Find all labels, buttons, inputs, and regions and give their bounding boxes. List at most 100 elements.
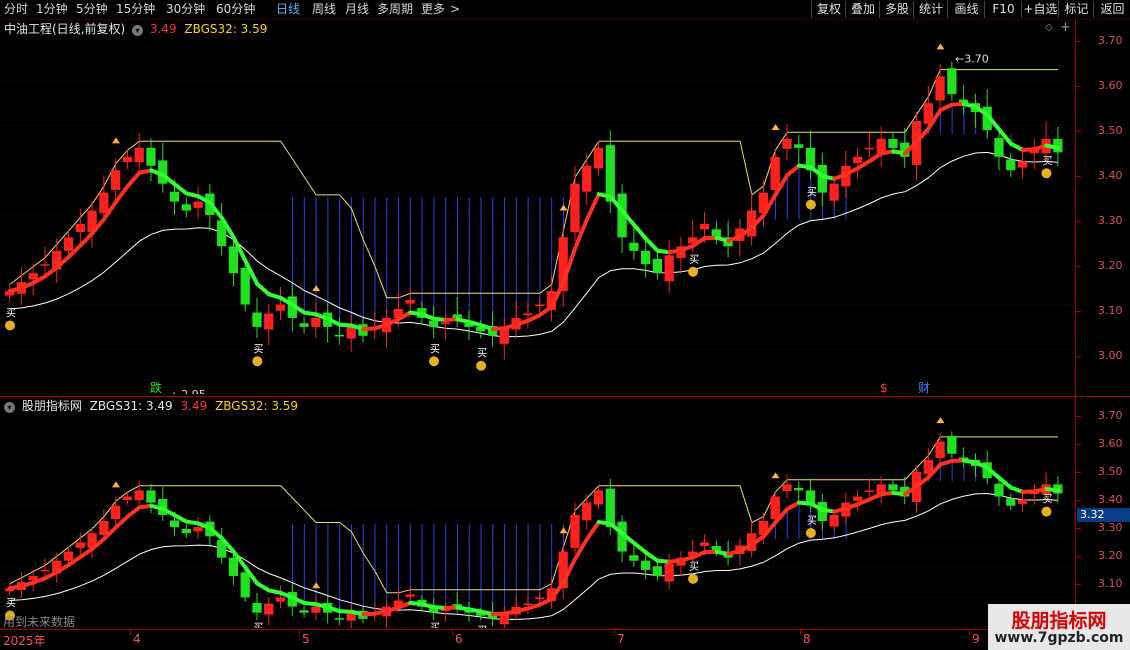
candle-body bbox=[629, 555, 639, 561]
toolbar-button-0[interactable]: 复权 bbox=[811, 1, 846, 18]
axis-tick-label: 3.30 bbox=[1098, 521, 1123, 534]
candle-body bbox=[252, 312, 262, 327]
sell-flag-icon bbox=[312, 285, 321, 292]
sell-flag-icon bbox=[559, 204, 568, 211]
sell-flag-icon bbox=[559, 527, 568, 534]
zbgs31-label: ZBGS31: 3.49 bbox=[89, 399, 173, 413]
date-tick bbox=[614, 630, 615, 635]
date-label: 5 bbox=[302, 632, 310, 646]
period-tab-1[interactable]: 1分钟 bbox=[36, 1, 68, 18]
candle-body bbox=[228, 246, 239, 274]
sub-indicator-chart[interactable]: 买买买买买买买 bbox=[0, 414, 1075, 628]
candle-body bbox=[794, 487, 804, 491]
sell-flag-icon bbox=[936, 43, 945, 50]
axis-tick-label: 3.50 bbox=[1098, 465, 1123, 478]
sell-flag-icon bbox=[936, 417, 945, 424]
date-label: 7 bbox=[617, 632, 625, 646]
date-label: 8 bbox=[803, 632, 811, 646]
buy-marker: 买 bbox=[805, 515, 817, 538]
candle-body bbox=[275, 304, 286, 311]
watermark-url: www.7gpzb.com bbox=[994, 630, 1124, 646]
money-bag-icon bbox=[805, 199, 816, 210]
candle-body bbox=[181, 528, 191, 534]
axis-tick-label: 3.10 bbox=[1098, 577, 1123, 590]
more-arrow-icon[interactable]: > bbox=[450, 1, 460, 18]
date-label: 2025年 bbox=[3, 634, 46, 648]
buy-label: 买 bbox=[689, 254, 699, 266]
candle-body bbox=[134, 147, 144, 163]
candle-body bbox=[641, 560, 651, 570]
candle-body bbox=[111, 505, 121, 520]
candle-body bbox=[40, 569, 50, 572]
candle-body bbox=[193, 201, 203, 208]
candle-body bbox=[935, 441, 945, 459]
money-bag-icon bbox=[1041, 168, 1052, 179]
date-tick bbox=[299, 630, 300, 635]
toolbar-button-3[interactable]: 统计 bbox=[913, 1, 948, 18]
axis-tick bbox=[1076, 416, 1081, 417]
period-tab-4[interactable]: 30分钟 bbox=[166, 1, 205, 18]
candle-body bbox=[699, 542, 710, 547]
period-tab-6[interactable]: 日线 bbox=[276, 1, 300, 18]
buy-marker: 买 bbox=[688, 254, 699, 277]
plus-icon[interactable]: + bbox=[1060, 20, 1071, 35]
period-tab-10[interactable]: 更多 bbox=[421, 1, 445, 18]
candle-body bbox=[641, 250, 651, 265]
buy-marker: 买 bbox=[805, 187, 817, 210]
candle-body bbox=[146, 490, 156, 503]
trend-line-segment bbox=[1044, 486, 1061, 493]
axis-tick-label: 3.20 bbox=[1098, 259, 1123, 272]
date-axis: 2025年 4 5 6 7 8 9 bbox=[0, 629, 1075, 650]
candle-body bbox=[829, 183, 839, 201]
toolbar-button-4[interactable]: 画线 bbox=[947, 1, 985, 18]
axis-tick-label: 3.40 bbox=[1098, 169, 1123, 182]
trend-line-segment bbox=[643, 550, 660, 563]
buy-label: 买 bbox=[807, 515, 817, 527]
candle-body bbox=[782, 138, 792, 149]
toolbar-button-7[interactable]: 标记 bbox=[1058, 1, 1094, 18]
axis-tick bbox=[1076, 266, 1081, 267]
period-tab-7[interactable]: 周线 bbox=[312, 1, 336, 18]
candle-body bbox=[40, 264, 50, 266]
axis-tick-label: 3.00 bbox=[1098, 349, 1123, 362]
candle-body bbox=[75, 223, 85, 233]
candle-body bbox=[134, 490, 144, 501]
toolbar-button-6[interactable]: +自选 bbox=[1021, 1, 1059, 18]
candle-body bbox=[264, 313, 274, 330]
candle-body bbox=[864, 490, 875, 492]
money-bag-icon bbox=[429, 356, 439, 367]
candle-body bbox=[146, 147, 156, 166]
money-bag-icon bbox=[805, 528, 816, 538]
money-bag-icon bbox=[688, 573, 699, 584]
candle-body bbox=[28, 273, 38, 280]
candle-body bbox=[405, 300, 415, 304]
period-tab-3[interactable]: 15分钟 bbox=[116, 1, 155, 18]
buy-label: 买 bbox=[689, 561, 699, 573]
dropdown-icon[interactable]: ▾ bbox=[132, 25, 144, 36]
buy-label: 买 bbox=[1042, 155, 1052, 167]
candle-body bbox=[605, 145, 615, 202]
main-price-axis: 3.70 3.60 3.50 3.40 3.30 3.20 3.10 3.00 bbox=[1075, 20, 1130, 396]
candle-body bbox=[122, 496, 133, 501]
diamond-icon[interactable]: ◇ bbox=[1045, 22, 1053, 33]
toolbar-button-8[interactable]: 返回 bbox=[1093, 1, 1130, 18]
period-tab-9[interactable]: 多周期 bbox=[377, 1, 413, 18]
main-candlestick-chart[interactable]: 买买买买买买买←3.70←2.95跌$财 bbox=[0, 36, 1075, 394]
main-chart-title: 中油工程(日线,前复权) ▾ 3.49 ZBGS32: 3.59 bbox=[4, 21, 267, 37]
toolbar-button-1[interactable]: 叠加 bbox=[845, 1, 880, 18]
period-tab-8[interactable]: 月线 bbox=[345, 1, 369, 18]
toolbar-button-5[interactable]: F10 bbox=[984, 1, 1022, 18]
candle-body bbox=[440, 322, 451, 325]
candle-body bbox=[122, 156, 133, 163]
period-tab-5[interactable]: 60分钟 bbox=[216, 1, 255, 18]
period-toolbar: 分时 1分钟 5分钟 15分钟 30分钟 60分钟 日线 周线 月线 多周期 更多 > 复权 叠加 多股统… bbox=[0, 0, 1130, 20]
settings-icon[interactable]: ▾ bbox=[4, 402, 15, 413]
axis-tick bbox=[1076, 86, 1081, 87]
candle-body bbox=[111, 170, 121, 190]
candle-body bbox=[664, 255, 674, 282]
period-tab-0[interactable]: 分时 bbox=[4, 1, 28, 18]
buy-marker: 买 bbox=[253, 622, 263, 628]
period-tab-2[interactable]: 5分钟 bbox=[76, 1, 108, 18]
toolbar-button-2[interactable]: 多股 bbox=[879, 1, 914, 18]
axis-tick-label: 3.40 bbox=[1098, 493, 1123, 506]
